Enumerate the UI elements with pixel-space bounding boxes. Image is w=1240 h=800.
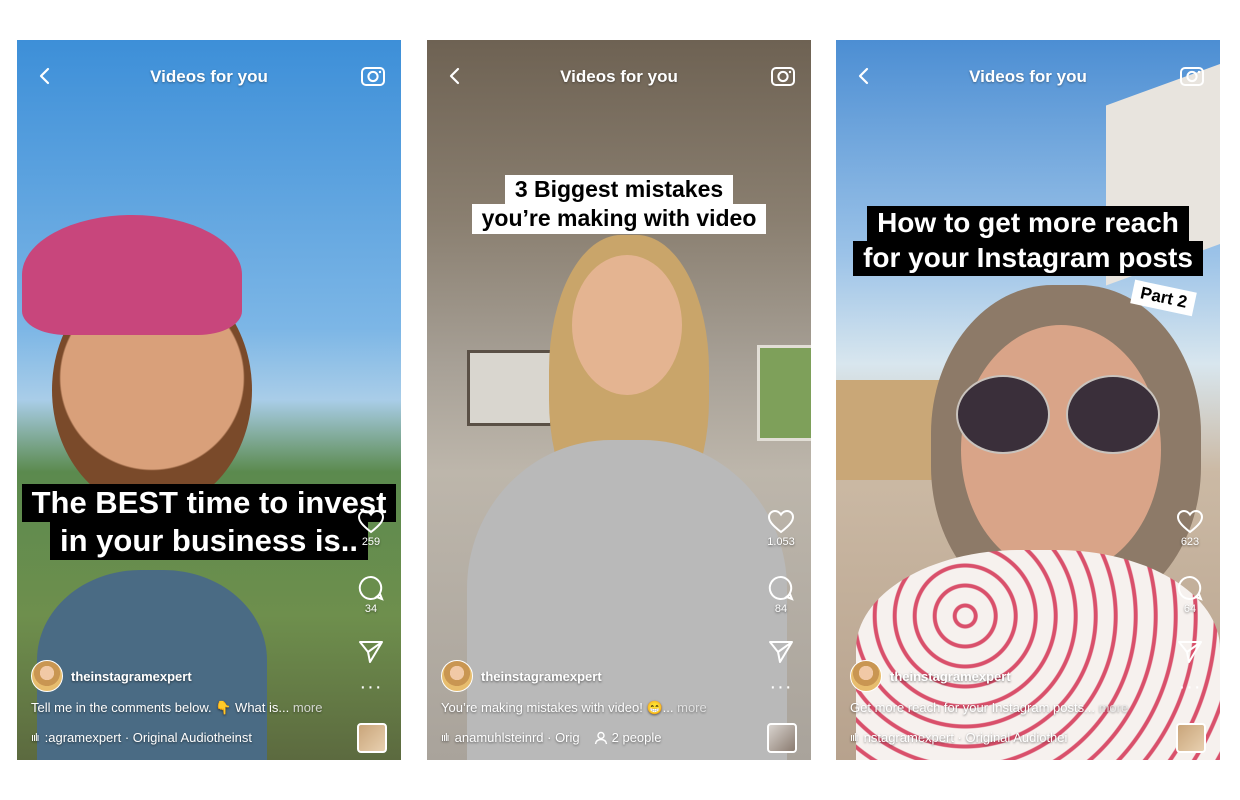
floral-shirt	[856, 550, 1220, 760]
more-link[interactable]: more	[677, 700, 707, 715]
caption-line: for your Instagram posts	[853, 240, 1203, 276]
like-button[interactable]: 1.053	[761, 510, 801, 575]
audio-label: nstagramexpert · Original Audiothei	[863, 730, 1068, 745]
more-link[interactable]: more	[293, 700, 323, 715]
comment-count: 84	[774, 603, 788, 615]
caption-line: 3 Biggest mistakes	[504, 175, 734, 205]
audio-thumbnail[interactable]	[1176, 723, 1206, 753]
comment-button[interactable]: 34	[351, 575, 391, 640]
caption-line: The BEST time to invest	[21, 484, 397, 523]
comment-button[interactable]: 84	[761, 575, 801, 640]
action-column: 1.053 84 ···	[761, 510, 801, 697]
reel-video-2[interactable]: Videos for you 3 Biggest mistakes you’re…	[427, 40, 811, 760]
caption-line: How to get more reach	[867, 206, 1189, 241]
like-count: 259	[361, 536, 381, 548]
page-title: Videos for you	[150, 67, 268, 86]
avatar[interactable]	[31, 660, 63, 692]
page-title: Videos for you	[560, 67, 678, 86]
user-row[interactable]: theinstagramexpert	[850, 660, 1011, 692]
more-options-icon[interactable]: ···	[1170, 677, 1210, 697]
share-button[interactable]	[351, 640, 391, 680]
heart-icon	[358, 510, 384, 534]
camera-icon[interactable]	[769, 62, 797, 90]
audio-row[interactable]: ıılı nstagramexpert · Original Audiothei	[850, 730, 1067, 745]
description-text: Get more reach for your Instagram posts.…	[850, 700, 1095, 715]
share-button[interactable]	[761, 640, 801, 680]
share-button[interactable]	[1170, 640, 1210, 680]
pink-cap	[22, 215, 242, 335]
comment-icon	[358, 575, 384, 601]
audio-label: :agramexpert · Original Audiotheinst	[44, 730, 253, 745]
post-description[interactable]: Get more reach for your Instagram posts.…	[850, 700, 1128, 715]
like-button[interactable]: 259	[351, 510, 391, 575]
audio-wave-icon: ıılı	[31, 731, 40, 744]
header-bar: Videos for you	[427, 40, 811, 110]
audio-thumbnail[interactable]	[357, 723, 387, 753]
comment-button[interactable]: 64	[1170, 575, 1210, 640]
audio-label: anamuhlsteinrd · Orig	[454, 730, 580, 745]
reel-video-1[interactable]: Videos for you The BEST time to invest i…	[17, 40, 401, 760]
username[interactable]: theinstagramexpert	[890, 669, 1011, 684]
camera-icon[interactable]	[359, 62, 387, 90]
house	[836, 380, 946, 480]
avatar[interactable]	[850, 660, 882, 692]
sunglasses	[956, 375, 1050, 454]
page-title: Videos for you	[969, 67, 1087, 86]
post-description[interactable]: Tell me in the comments below. 👇 What is…	[31, 700, 322, 716]
description-text: You’re making mistakes with video! 😁...	[441, 700, 674, 715]
reel-video-3[interactable]: Videos for you How to get more reach for…	[836, 40, 1220, 760]
heart-icon	[1177, 510, 1203, 534]
tagged-people[interactable]: 2 people	[594, 730, 662, 745]
post-description[interactable]: You’re making mistakes with video! 😁... …	[441, 700, 707, 716]
heart-icon	[768, 510, 794, 534]
video-caption: How to get more reach for your Instagram…	[836, 206, 1220, 276]
room-window	[467, 350, 553, 426]
user-row[interactable]: theinstagramexpert	[31, 660, 192, 692]
more-options-icon[interactable]: ···	[351, 677, 391, 697]
send-icon	[359, 641, 383, 663]
video-caption: The BEST time to invest in your business…	[17, 484, 401, 561]
caption-line: in your business is..	[49, 522, 369, 561]
action-column: 259 34 ···	[351, 510, 391, 697]
like-count: 623	[1180, 536, 1200, 548]
comment-icon	[1177, 575, 1203, 601]
audio-row[interactable]: ıılı anamuhlsteinrd · Orig 2 people	[441, 730, 662, 745]
comment-count: 34	[364, 603, 378, 615]
room-window	[757, 345, 811, 441]
like-button[interactable]: 623	[1170, 510, 1210, 575]
person-head	[572, 255, 682, 395]
caption-line: you’re making with video	[471, 204, 767, 234]
person-icon	[594, 731, 607, 744]
video-caption: 3 Biggest mistakes you’re making with vi…	[427, 175, 811, 234]
avatar[interactable]	[441, 660, 473, 692]
username[interactable]: theinstagramexpert	[481, 669, 602, 684]
comment-count: 64	[1183, 603, 1197, 615]
comment-icon	[768, 575, 794, 601]
header-bar: Videos for you	[17, 40, 401, 110]
description-text: Tell me in the comments below. 👇 What is…	[31, 700, 290, 715]
user-row[interactable]: theinstagramexpert	[441, 660, 602, 692]
more-link[interactable]: more	[1099, 700, 1129, 715]
audio-wave-icon: ıılı	[441, 731, 450, 744]
like-count: 1.053	[767, 536, 795, 548]
camera-icon[interactable]	[1178, 62, 1206, 90]
audio-wave-icon: ıılı	[850, 731, 859, 744]
more-options-icon[interactable]: ···	[761, 677, 801, 697]
people-count: 2 people	[611, 730, 662, 745]
sunglasses	[1066, 375, 1160, 454]
audio-thumbnail[interactable]	[767, 723, 797, 753]
audio-row[interactable]: ıılı :agramexpert · Original Audiotheins…	[31, 730, 252, 745]
username[interactable]: theinstagramexpert	[71, 669, 192, 684]
send-icon	[769, 641, 793, 663]
header-bar: Videos for you	[836, 40, 1220, 110]
action-column: 623 64 ···	[1170, 510, 1210, 697]
send-icon	[1178, 641, 1202, 663]
